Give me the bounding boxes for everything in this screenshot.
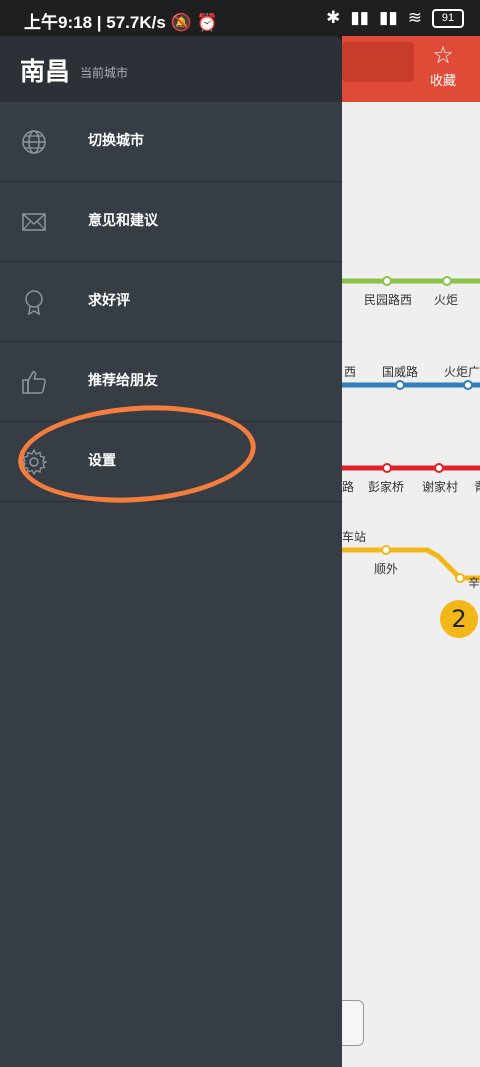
wifi-icon: ≋ xyxy=(407,8,422,27)
menu-item-share[interactable]: 推荐给朋友 xyxy=(0,342,342,422)
menu-item-rate[interactable]: 求好评 xyxy=(0,262,342,342)
menu-item-label: 设置 xyxy=(88,453,116,469)
current-city[interactable]: 南昌 xyxy=(20,52,70,88)
signal-icon-2: ▮▮ xyxy=(379,8,398,27)
station-label[interactable]: 车站 xyxy=(342,528,366,545)
navigation-drawer: 南昌 当前城市 切换城市 意见和建议 求好评 推荐给朋友 设置 xyxy=(0,36,342,1067)
status-left: 上午9:18 | 57.7K/s 🔕 ⏰ xyxy=(24,13,218,32)
station-label[interactable]: 青 xyxy=(474,478,480,495)
menu-item-feedback[interactable]: 意见和建议 xyxy=(0,182,342,262)
station-dot xyxy=(442,276,452,286)
line-badge[interactable]: 2 xyxy=(440,600,478,638)
menu-item-settings[interactable]: 设置 xyxy=(0,422,342,502)
menu-item-label: 意见和建议 xyxy=(88,213,158,229)
station-dot xyxy=(381,545,391,555)
station-dot xyxy=(395,380,405,390)
station-dot xyxy=(434,463,444,473)
station-label[interactable]: 火炬 xyxy=(434,291,458,308)
status-time: 上午9:18 xyxy=(24,13,93,32)
station-label[interactable]: 民园路西 xyxy=(364,291,412,308)
alarm-icon: ⏰ xyxy=(196,13,218,32)
map-control-button[interactable] xyxy=(342,1000,364,1046)
station-label[interactable]: 国威路 xyxy=(382,363,418,380)
station-label[interactable]: 彭家桥 xyxy=(368,478,404,495)
drawer-header: 南昌 当前城市 xyxy=(0,36,342,102)
bluetooth-icon: ✱ xyxy=(326,8,341,27)
gear-icon xyxy=(20,448,48,476)
station-label[interactable]: 辛 xyxy=(468,574,480,591)
status-bar: 上午9:18 | 57.7K/s 🔕 ⏰ ✱ ▮▮ ▮▮ ≋ 91 xyxy=(0,0,480,36)
station-dot xyxy=(455,573,465,583)
status-right: ✱ ▮▮ ▮▮ ≋ 91 xyxy=(326,8,464,28)
station-label[interactable]: 西 xyxy=(344,363,356,380)
station-dot xyxy=(382,463,392,473)
menu-item-label: 推荐给朋友 xyxy=(88,373,158,389)
station-dot xyxy=(382,276,392,286)
station-label[interactable]: 谢家村 xyxy=(422,478,458,495)
menu-item-label: 求好评 xyxy=(88,293,130,309)
station-label[interactable]: 顺外 xyxy=(374,560,398,577)
network-speed: 57.7K/s xyxy=(106,13,166,32)
current-city-label: 当前城市 xyxy=(80,66,129,80)
menu-item-switch-city[interactable]: 切换城市 xyxy=(0,102,342,182)
station-label[interactable]: 路 xyxy=(342,478,354,495)
globe-icon xyxy=(22,130,46,154)
battery-indicator: 91 xyxy=(432,8,464,28)
station-label[interactable]: 火炬广 xyxy=(444,363,480,380)
award-badge-icon xyxy=(25,290,43,316)
signal-icon: ▮▮ xyxy=(350,8,370,27)
station-dot xyxy=(463,380,473,390)
map-lines xyxy=(342,276,480,583)
mute-icon: 🔕 xyxy=(170,13,192,32)
envelope-icon xyxy=(22,213,46,231)
thumbs-up-icon xyxy=(22,371,46,394)
menu-item-label: 切换城市 xyxy=(88,133,144,149)
metro-map[interactable]: ☆ 收藏 民园路西 火炬 西 国威路 火炬广 路 彭家桥 谢家村 青 车站 顺外… xyxy=(342,36,480,1067)
